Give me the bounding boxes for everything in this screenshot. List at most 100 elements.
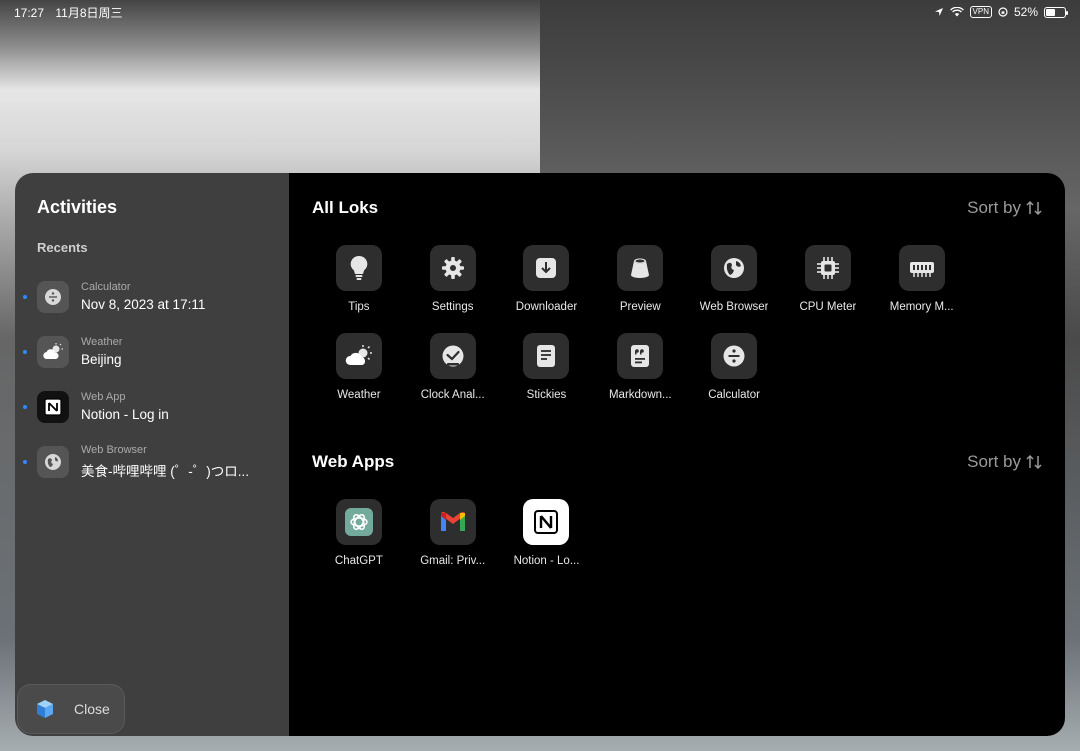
web-apps-header: Web Apps Sort by <box>312 451 1043 473</box>
recent-item-web-app[interactable]: Web App Notion - Log in <box>23 379 267 434</box>
chatgpt-icon <box>335 499 382 545</box>
sort-label: Sort by <box>967 452 1021 471</box>
all-loks-title: All Loks <box>312 198 379 217</box>
app-clock-analog[interactable]: Clock Anal... <box>406 333 500 401</box>
app-label: Stickies <box>526 389 567 401</box>
app-tips[interactable]: Tips <box>312 245 406 313</box>
status-date: 11月8日周三 <box>55 5 123 20</box>
recent-app-name: Calculator <box>81 281 131 293</box>
app-label: ChatGPT <box>334 555 383 567</box>
memory-icon <box>898 245 945 291</box>
gmail-icon <box>429 499 476 545</box>
app-calculator[interactable]: Calculator <box>687 333 781 401</box>
web-app-notion[interactable]: Notion - Lo... <box>500 499 594 567</box>
location-arrow-icon <box>934 8 943 16</box>
status-bar: 17:27 11月8日周三 VPN 52% <box>0 0 1080 24</box>
orientation-lock-icon <box>998 7 1008 17</box>
app-label: Markdown... <box>608 389 672 401</box>
app-markdown[interactable]: Markdown... <box>593 333 687 401</box>
notion-icon <box>37 390 69 423</box>
recent-text: Weather Beijing <box>81 336 122 367</box>
cube-icon <box>37 700 53 718</box>
recent-app-name: Web App <box>81 391 126 403</box>
recent-detail: Notion - Log in <box>81 407 169 422</box>
web-apps-title: Web Apps <box>312 452 395 471</box>
app-stickies[interactable]: Stickies <box>500 333 594 401</box>
app-label: Weather <box>337 389 381 401</box>
app-label: Calculator <box>708 389 760 401</box>
battery-fill <box>1046 8 1056 16</box>
unread-dot <box>23 459 27 464</box>
close-button[interactable]: Close <box>17 684 125 734</box>
vpn-badge: VPN <box>969 6 992 18</box>
recent-detail: Beijing <box>81 352 122 367</box>
app-label: Gmail: Priv... <box>420 555 486 567</box>
app-label: Settings <box>431 301 474 313</box>
divide-icon <box>711 333 758 379</box>
app-label: Web Browser <box>699 301 769 313</box>
app-preview[interactable]: Preview <box>593 245 687 313</box>
recent-detail: Nov 8, 2023 at 17:11 <box>81 297 206 312</box>
all-loks-grid: Tips Settings Downloader Preview Web Bro… <box>312 245 1043 421</box>
cpu-icon <box>804 245 851 291</box>
all-loks-sort-button[interactable]: Sort by <box>967 198 1043 218</box>
app-downloader[interactable]: Downloader <box>500 245 594 313</box>
app-label: Downloader <box>515 301 578 313</box>
web-apps-grid: ChatGPT Gmail: Priv... Notion - Lo... <box>312 499 1043 587</box>
status-right: VPN 52% <box>934 5 1068 19</box>
all-loks-header: All Loks Sort by <box>312 197 1043 219</box>
sidebar-title: Activities <box>37 197 118 217</box>
app-web-browser[interactable]: Web Browser <box>687 245 781 313</box>
app-settings[interactable]: Settings <box>406 245 500 313</box>
preview-icon <box>617 245 664 291</box>
sort-arrows-icon <box>1026 454 1042 470</box>
globe-icon <box>711 245 758 291</box>
web-apps-sort-button[interactable]: Sort by <box>967 452 1043 472</box>
web-app-gmail[interactable]: Gmail: Priv... <box>406 499 500 567</box>
sort-arrows-icon <box>1026 200 1042 216</box>
close-label: Close <box>74 701 110 717</box>
recent-text: Calculator Nov 8, 2023 at 17:11 <box>81 281 205 312</box>
content-area: All Loks Sort by Tips Settings Downloade… <box>289 173 1065 736</box>
battery-percent: 52% <box>1013 5 1038 19</box>
app-label: Clock Anal... <box>420 389 485 401</box>
activities-panel: Activities Recents Calculator Nov 8, 202… <box>15 173 1065 736</box>
recent-item-calculator[interactable]: Calculator Nov 8, 2023 at 17:11 <box>23 269 267 324</box>
divide-icon <box>37 280 69 313</box>
recent-text: Web Browser 美食-哔哩哔哩 (゜-゜)つロ... <box>81 444 249 480</box>
sidebar: Activities Recents Calculator Nov 8, 202… <box>15 173 289 736</box>
recent-detail: 美食-哔哩哔哩 (゜-゜)つロ... <box>81 463 249 479</box>
recent-item-web-browser[interactable]: Web Browser 美食-哔哩哔哩 (゜-゜)つロ... <box>23 434 267 489</box>
app-label: Notion - Lo... <box>513 555 580 567</box>
download-icon <box>523 245 570 291</box>
recent-app-name: Web Browser <box>81 443 147 456</box>
note-icon <box>523 333 570 379</box>
app-label: Tips <box>348 301 370 313</box>
web-apps-section: Web Apps Sort by ChatGPT Gmail: Priv... … <box>312 451 1043 587</box>
recent-app-name: Weather <box>81 336 123 348</box>
lightbulb-icon <box>335 245 382 291</box>
app-label: CPU Meter <box>799 301 857 313</box>
cloud-sun-icon <box>335 333 382 379</box>
unread-dot <box>23 294 27 299</box>
gear-icon <box>429 245 476 291</box>
markdown-icon <box>617 333 664 379</box>
battery-icon <box>1044 6 1068 18</box>
unread-dot <box>23 349 27 354</box>
wifi-icon <box>949 7 964 17</box>
app-cpu-meter[interactable]: CPU Meter <box>781 245 875 313</box>
globe-icon <box>37 445 69 478</box>
clock-icon <box>429 333 476 379</box>
recent-item-weather[interactable]: Weather Beijing <box>23 324 267 379</box>
status-time: 17:27 <box>14 5 45 20</box>
notion-icon <box>523 499 570 545</box>
app-label: Preview <box>619 301 661 313</box>
app-memory-monitor[interactable]: Memory M... <box>875 245 969 313</box>
recents-label: Recents <box>37 240 88 255</box>
unread-dot <box>23 404 27 409</box>
recent-text: Web App Notion - Log in <box>81 391 169 422</box>
status-left: 17:27 11月8日周三 <box>14 4 131 21</box>
app-weather[interactable]: Weather <box>312 333 406 401</box>
web-app-chatgpt[interactable]: ChatGPT <box>312 499 406 567</box>
cloud-sun-icon <box>37 335 69 368</box>
